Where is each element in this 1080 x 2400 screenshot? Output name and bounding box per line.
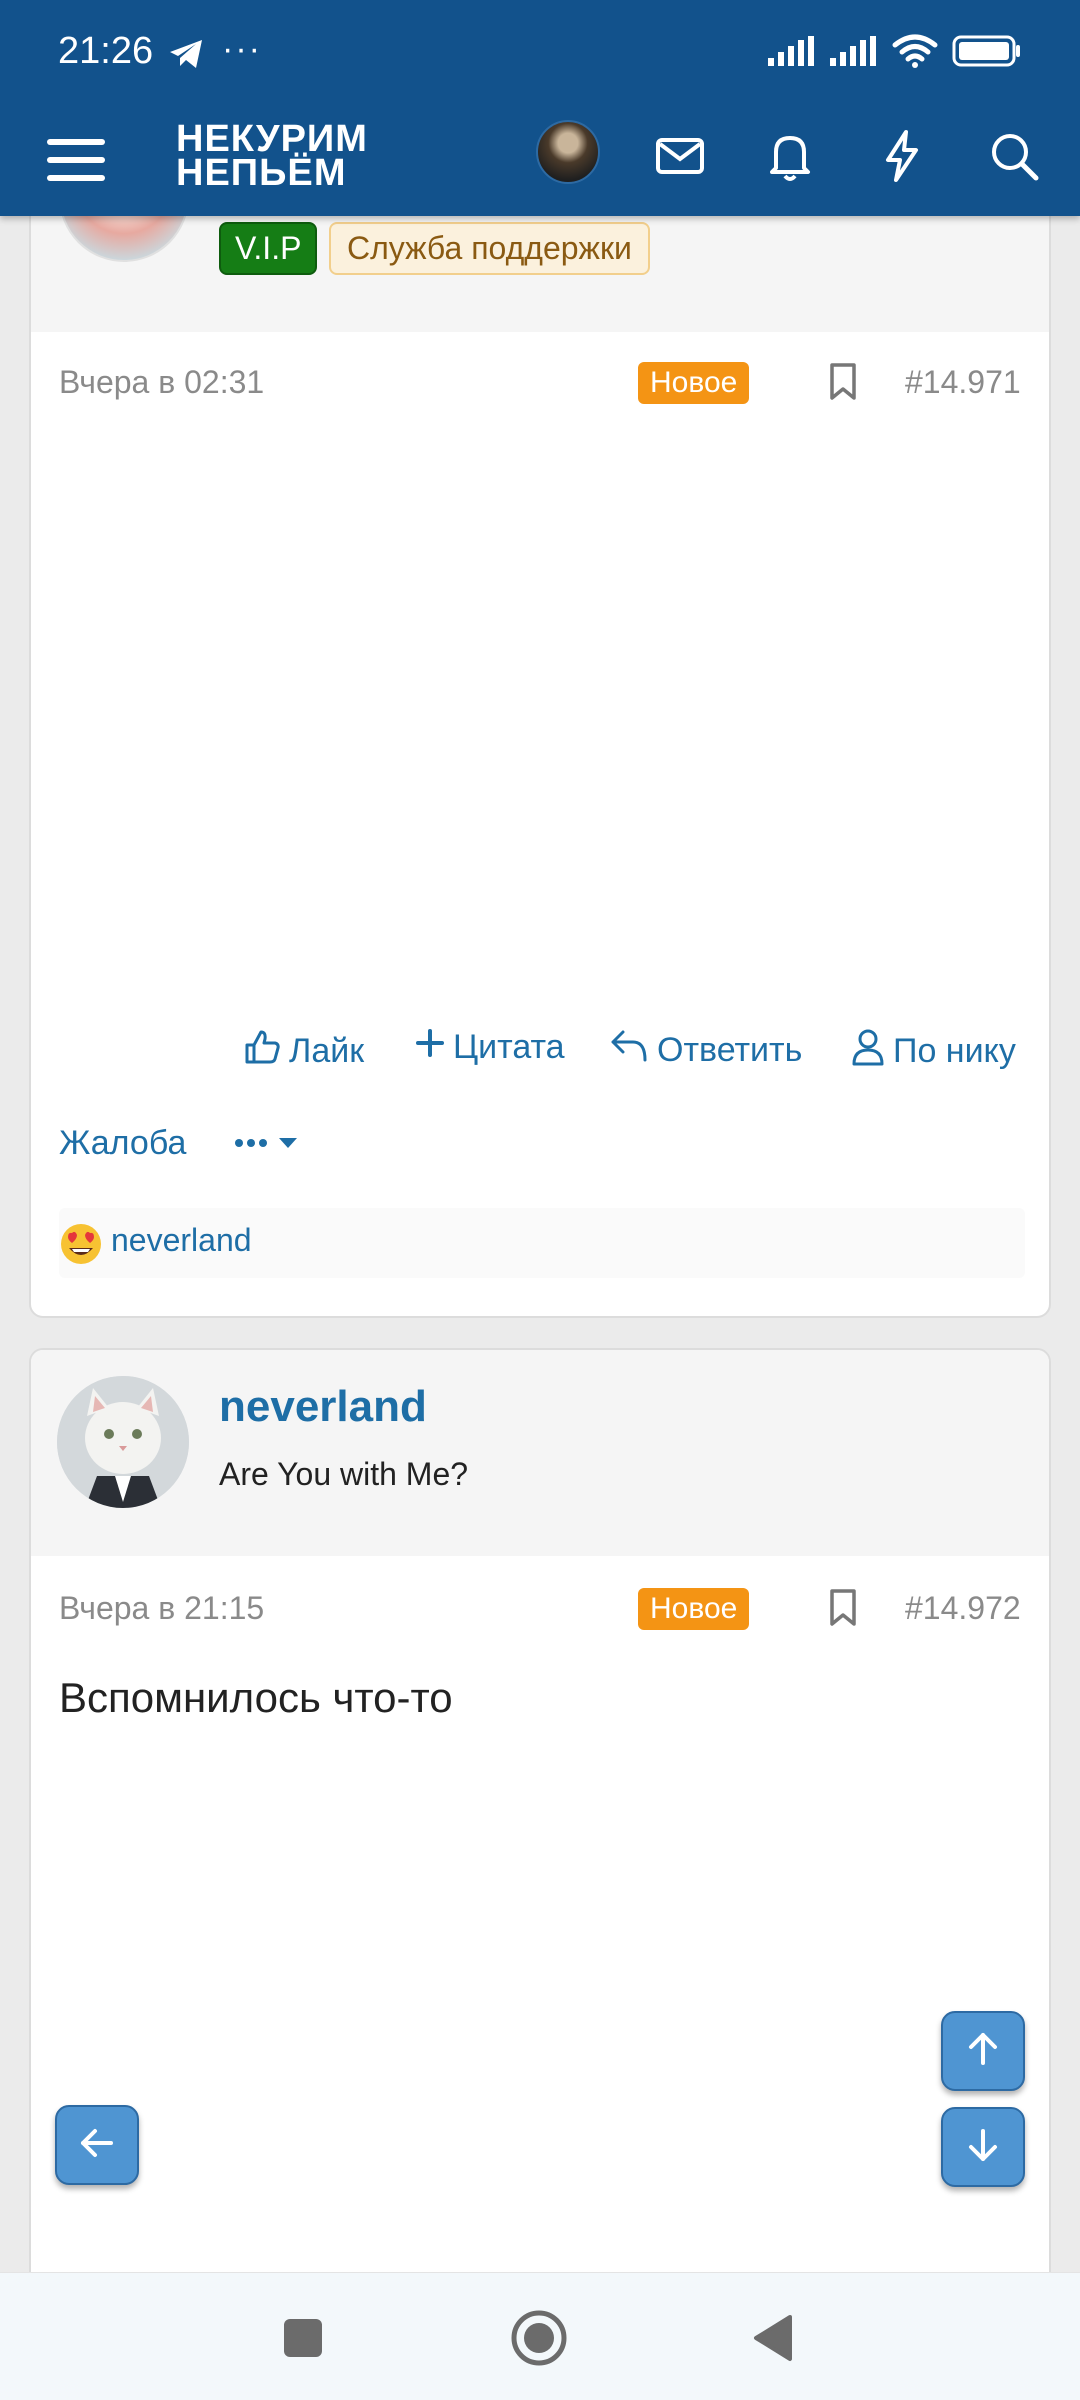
report-link[interactable]: Жалоба bbox=[59, 1124, 186, 1163]
support-badge: Служба поддержки bbox=[329, 222, 650, 275]
like-button[interactable]: Лайк bbox=[243, 1028, 364, 1075]
bookmark-icon[interactable] bbox=[827, 362, 859, 407]
author-user-title: Are You with Me? bbox=[219, 1456, 469, 1492]
arrow-up-icon bbox=[963, 2029, 1003, 2074]
battery-icon bbox=[952, 35, 1022, 72]
thumbs-up-icon bbox=[243, 1028, 281, 1075]
user-icon bbox=[851, 1028, 885, 1075]
wifi-icon bbox=[892, 34, 938, 73]
logo-line-2: НЕПЬЁМ bbox=[176, 152, 347, 194]
arrow-down-icon bbox=[963, 2125, 1003, 2170]
reactions-bar[interactable]: neverland bbox=[59, 1208, 1025, 1278]
post-card: V.I.P Служба поддержки Вчера в 02:31 Нов… bbox=[29, 150, 1051, 1318]
plus-icon bbox=[415, 1028, 445, 1067]
search-icon[interactable] bbox=[982, 124, 1046, 188]
lightning-icon[interactable] bbox=[870, 124, 934, 188]
like-label: Лайк bbox=[289, 1032, 365, 1070]
user-avatar[interactable] bbox=[536, 120, 600, 184]
status-icons bbox=[768, 34, 1022, 73]
bell-icon[interactable] bbox=[758, 124, 822, 188]
post-card: neverland Are You with Me? Вчера в 21:15… bbox=[29, 1348, 1051, 2288]
new-badge: Новое bbox=[638, 1588, 750, 1630]
new-badge: Новое bbox=[638, 362, 750, 404]
author-avatar[interactable] bbox=[57, 1376, 189, 1508]
system-navigation-bar bbox=[0, 2272, 1080, 2400]
post-date[interactable]: Вчера в 21:15 bbox=[59, 1590, 264, 1627]
scroll-up-button[interactable] bbox=[941, 2011, 1025, 2091]
post-body-text: Вспомнилось что-то bbox=[59, 1674, 453, 1721]
signal-icon-2 bbox=[830, 36, 878, 71]
quote-button[interactable]: Цитата bbox=[415, 1028, 565, 1067]
post-date[interactable]: Вчера в 02:31 bbox=[59, 364, 264, 401]
home-icon[interactable] bbox=[510, 2309, 568, 2372]
heart-eyes-emoji-icon bbox=[59, 1222, 103, 1271]
scroll-down-button[interactable] bbox=[941, 2107, 1025, 2187]
reply-label: Ответить bbox=[657, 1031, 803, 1069]
more-notifications-icon: ··· bbox=[222, 30, 262, 68]
site-header: НЕКУРИМ НЕПЬЁМ bbox=[0, 108, 1080, 216]
by-nick-label: По нику bbox=[893, 1032, 1016, 1070]
recent-apps-icon[interactable] bbox=[282, 2317, 324, 2364]
envelope-icon[interactable] bbox=[648, 124, 712, 188]
back-nav-icon[interactable] bbox=[752, 2313, 794, 2368]
reply-arrow-icon bbox=[609, 1028, 649, 1073]
back-button[interactable] bbox=[55, 2105, 139, 2185]
signal-icon bbox=[768, 36, 816, 71]
bookmark-icon[interactable] bbox=[827, 1588, 859, 1633]
post-number[interactable]: #14.972 bbox=[905, 1590, 1021, 1627]
logo-line-1: НЕКУРИМ bbox=[176, 118, 368, 160]
reaction-user-link[interactable]: neverland bbox=[111, 1222, 252, 1259]
more-options-icon[interactable] bbox=[233, 1128, 303, 1163]
post-author-block: neverland Are You with Me? bbox=[31, 1350, 1049, 1556]
site-logo[interactable]: НЕКУРИМ НЕПЬЁМ bbox=[176, 118, 368, 194]
author-username[interactable]: neverland bbox=[219, 1382, 427, 1432]
top-app-bar: 21:26 ··· НЕКУРИМ НЕПЬЁМ bbox=[0, 0, 1080, 216]
status-bar: 21:26 ··· bbox=[0, 0, 1080, 108]
post-number[interactable]: #14.971 bbox=[905, 364, 1021, 401]
arrow-left-icon bbox=[77, 2123, 117, 2168]
hamburger-icon[interactable] bbox=[44, 128, 108, 192]
vip-badge: V.I.P bbox=[219, 222, 318, 275]
status-time: 21:26 bbox=[58, 30, 154, 72]
quote-label: Цитата bbox=[453, 1028, 565, 1066]
by-nick-button[interactable]: По нику bbox=[851, 1028, 1016, 1075]
telegram-icon bbox=[168, 38, 204, 75]
reply-button[interactable]: Ответить bbox=[609, 1028, 802, 1073]
